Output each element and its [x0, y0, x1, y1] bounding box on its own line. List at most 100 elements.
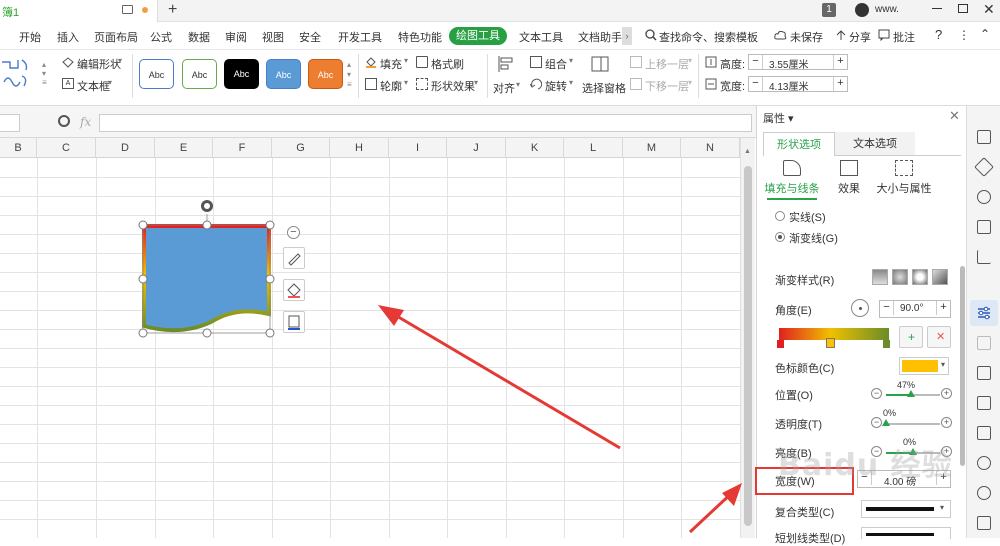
panel-title[interactable]: 属性 ▾ [763, 110, 794, 126]
format-brush-button[interactable]: 格式刷 [431, 56, 464, 72]
menu-view[interactable]: 视图 [262, 29, 284, 45]
tab-shape-options[interactable]: 形状选项 [763, 132, 835, 156]
chevron-down-icon[interactable]: ▾ [404, 56, 408, 65]
position-increase-button[interactable]: + [941, 388, 952, 399]
edit-shape-icon[interactable] [62, 57, 74, 68]
resize-handle[interactable] [138, 220, 148, 230]
panel-scrollbar[interactable] [960, 266, 965, 466]
outline-icon[interactable] [365, 78, 377, 90]
shape-icon[interactable] [974, 157, 994, 177]
page-count-badge[interactable]: 1 [822, 3, 836, 17]
shape-style-swatch-2[interactable]: Abc [182, 59, 217, 89]
picture-icon[interactable] [977, 426, 991, 440]
resize-handle[interactable] [202, 220, 212, 230]
column-h-header[interactable]: H [330, 138, 389, 158]
menu-more-button[interactable]: › [622, 27, 632, 45]
name-box[interactable] [0, 114, 20, 132]
chevron-down-icon[interactable]: ▾ [108, 78, 112, 87]
gradient-style-path-button[interactable] [932, 269, 948, 285]
chevron-down-icon[interactable]: ▾ [569, 78, 573, 87]
menu-data[interactable]: 数据 [188, 29, 210, 45]
column-n-header[interactable]: N [681, 138, 740, 158]
shape-effect-icon[interactable] [416, 78, 428, 90]
send-backward-button[interactable]: 下移一层 [645, 78, 689, 94]
rotate-icon[interactable] [529, 78, 543, 90]
rotate-button[interactable]: 旋转 [545, 78, 567, 94]
chart-icon[interactable] [977, 250, 991, 264]
column-l-header[interactable]: L [564, 138, 623, 158]
menu-dev-tools[interactable]: 开发工具 [338, 29, 382, 45]
resize-handle[interactable] [265, 328, 275, 338]
restore-button[interactable] [958, 4, 968, 13]
subtab-effect[interactable]: 效果 [827, 156, 871, 200]
minimize-button[interactable] [932, 8, 942, 9]
unsaved-status[interactable]: 未保存 [790, 29, 823, 45]
toolbox-icon[interactable] [977, 516, 991, 530]
scroll-thumb[interactable] [744, 166, 752, 526]
close-button[interactable]: ✕ [983, 1, 995, 18]
add-gradient-stop-button[interactable]: + [899, 326, 923, 348]
fx-icon[interactable]: fx [80, 115, 91, 129]
location-icon[interactable] [977, 456, 991, 470]
group-icon[interactable] [530, 56, 542, 68]
solid-line-label[interactable]: 实线(S) [789, 209, 826, 225]
width-stepper[interactable]: − 4.13厘米 + [748, 76, 848, 93]
gradient-stop-yellow[interactable] [826, 338, 835, 348]
fill-button[interactable]: 填充 [380, 56, 402, 72]
column-i-header[interactable]: I [389, 138, 447, 158]
selected-wave-shape[interactable] [136, 196, 280, 342]
align-button[interactable]: 对齐 [493, 80, 515, 96]
gradient-stop-red[interactable] [777, 340, 784, 348]
scroll-up-icon[interactable]: ▲ [744, 148, 751, 155]
position-slider-thumb[interactable] [907, 390, 915, 397]
angle-stepper[interactable]: − 90.0° + [879, 300, 951, 318]
remove-gradient-stop-button[interactable]: ✕ [927, 326, 951, 348]
backup-icon[interactable] [977, 366, 991, 380]
dash-type-select[interactable] [861, 527, 951, 539]
gradient-style-radial-button[interactable] [892, 269, 908, 285]
transparency-decrease-button[interactable]: − [871, 417, 882, 428]
align-icon[interactable] [497, 55, 515, 73]
select-icon[interactable] [977, 130, 991, 144]
help-button[interactable]: ? [935, 27, 942, 42]
resize-handle[interactable] [265, 274, 275, 284]
resize-handle[interactable] [202, 328, 212, 338]
shape-style-swatch-5[interactable]: Abc [308, 59, 343, 89]
column-k-header[interactable]: K [506, 138, 564, 158]
format-icon[interactable] [977, 336, 991, 350]
table-icon[interactable] [977, 220, 991, 234]
gradient-stop-green[interactable] [883, 340, 890, 348]
shape-style-swatch-3[interactable]: Abc [224, 59, 259, 89]
subtab-fill-line[interactable]: 填充与线条 [761, 156, 823, 200]
angle-decrease-button[interactable]: − [880, 301, 894, 315]
collapse-float-icon[interactable]: − [287, 226, 300, 239]
properties-icon[interactable] [977, 306, 991, 320]
bring-forward-icon[interactable] [630, 56, 642, 68]
solid-line-radio[interactable] [775, 211, 785, 221]
outline-button[interactable]: 轮廓 [380, 78, 402, 94]
text-box-button[interactable]: 文本框 [77, 78, 110, 94]
gradient-style-rect-button[interactable] [912, 269, 928, 285]
column-m-header[interactable]: M [623, 138, 681, 158]
menu-drawing-tools[interactable]: 绘图工具 [449, 27, 507, 45]
column-b-header[interactable]: B [0, 138, 37, 158]
transparency-increase-button[interactable]: + [941, 417, 952, 428]
shape-effect-button[interactable]: 形状效果 [431, 78, 475, 94]
height-value[interactable]: 3.55厘米 [769, 56, 808, 71]
menu-insert[interactable]: 插入 [57, 29, 79, 45]
search-icon[interactable] [645, 29, 657, 41]
collapse-ribbon-icon[interactable]: ⌃ [980, 27, 990, 41]
tab-text-options[interactable]: 文本选项 [835, 132, 915, 156]
menu-review[interactable]: 审阅 [225, 29, 247, 45]
angle-value[interactable]: 90.0° [900, 303, 923, 314]
gradient-line-label[interactable]: 渐变线(G) [789, 230, 838, 246]
select-pane-button[interactable]: 选择窗格 [582, 80, 626, 96]
chevron-down-icon[interactable]: ▾ [688, 78, 692, 87]
shape-fill-float-button[interactable] [283, 279, 305, 301]
comment-button[interactable]: 批注 [893, 29, 915, 45]
menu-start[interactable]: 开始 [19, 29, 41, 45]
chevron-down-icon[interactable]: ▾ [474, 78, 478, 87]
menu-text-tools[interactable]: 文本工具 [519, 29, 563, 45]
height-increase-button[interactable]: + [833, 55, 847, 69]
shape-outline-float-button[interactable] [283, 311, 305, 333]
